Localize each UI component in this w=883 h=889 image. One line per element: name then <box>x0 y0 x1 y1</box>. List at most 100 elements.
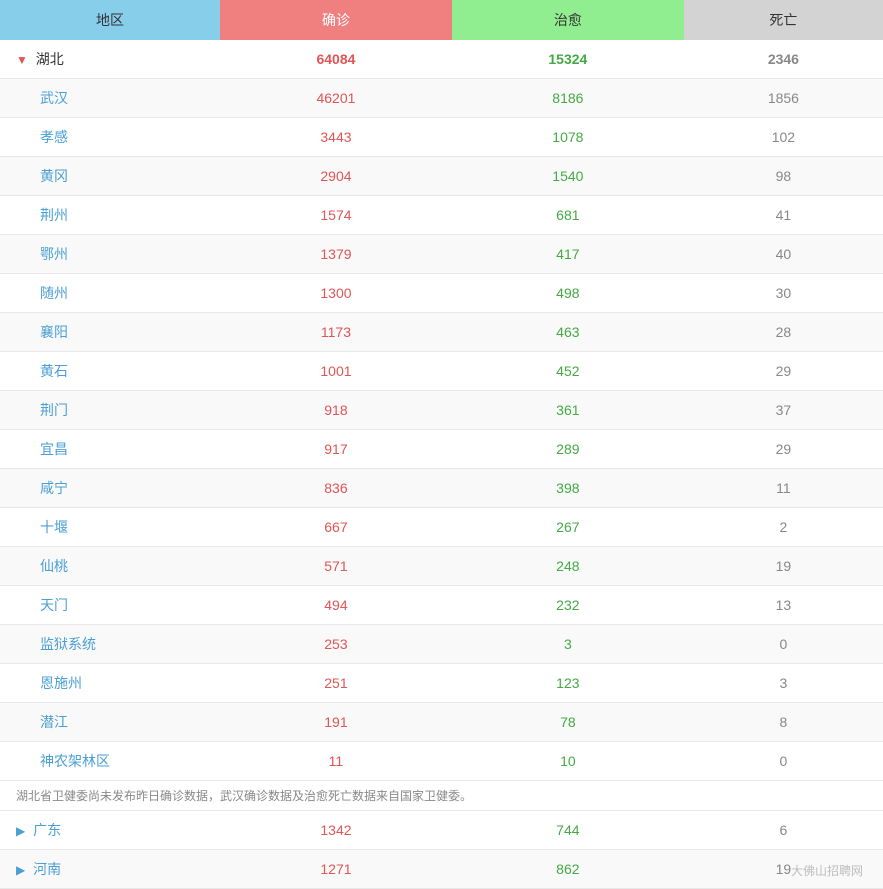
hubei-note: 湖北省卫健委尚未发布昨日确诊数据，武汉确诊数据及治愈死亡数据来自国家卫健委。 <box>0 781 883 811</box>
city-recover-cell: 8186 <box>452 79 684 118</box>
city-link[interactable]: 襄阳 <box>40 324 68 340</box>
other-region-row[interactable]: ▶ 河南 1271 862 19 <box>0 850 883 889</box>
expand-icon: ▼ <box>16 53 28 67</box>
city-name-cell: 潜江 <box>0 703 220 742</box>
city-link[interactable]: 武汉 <box>40 90 68 106</box>
city-confirm-cell: 667 <box>220 508 452 547</box>
city-recover-cell: 78 <box>452 703 684 742</box>
sub-region-row[interactable]: 黄冈 2904 1540 98 <box>0 157 883 196</box>
city-recover-cell: 463 <box>452 313 684 352</box>
other-region-confirm-cell: 1342 <box>220 811 452 850</box>
sub-region-row[interactable]: 武汉 46201 8186 1856 <box>0 79 883 118</box>
city-name-cell: 恩施州 <box>0 664 220 703</box>
city-link[interactable]: 神农架林区 <box>40 753 110 769</box>
city-confirm-cell: 918 <box>220 391 452 430</box>
other-region-recover-cell: 744 <box>452 811 684 850</box>
city-link[interactable]: 仙桃 <box>40 558 68 574</box>
city-link[interactable]: 恩施州 <box>40 675 82 691</box>
city-name-cell: 黄冈 <box>0 157 220 196</box>
city-recover-cell: 123 <box>452 664 684 703</box>
city-recover-cell: 498 <box>452 274 684 313</box>
hubei-recover-cell: 15324 <box>452 40 684 79</box>
city-confirm-cell: 836 <box>220 469 452 508</box>
city-recover-cell: 3 <box>452 625 684 664</box>
header-region: 地区 <box>0 0 220 40</box>
header-recover: 治愈 <box>452 0 684 40</box>
city-recover-cell: 267 <box>452 508 684 547</box>
city-recover-cell: 289 <box>452 430 684 469</box>
sub-region-row[interactable]: 恩施州 251 123 3 <box>0 664 883 703</box>
sub-region-row[interactable]: 咸宁 836 398 11 <box>0 469 883 508</box>
sub-region-row[interactable]: 潜江 191 78 8 <box>0 703 883 742</box>
other-region-link[interactable]: 河南 <box>33 861 61 877</box>
city-confirm-cell: 1300 <box>220 274 452 313</box>
city-death-cell: 13 <box>684 586 883 625</box>
city-confirm-cell: 251 <box>220 664 452 703</box>
city-name-cell: 宜昌 <box>0 430 220 469</box>
city-link[interactable]: 黄冈 <box>40 168 68 184</box>
city-name-cell: 咸宁 <box>0 469 220 508</box>
city-link[interactable]: 宜昌 <box>40 441 68 457</box>
city-death-cell: 41 <box>684 196 883 235</box>
sub-region-row[interactable]: 鄂州 1379 417 40 <box>0 235 883 274</box>
city-name-cell: 孝感 <box>0 118 220 157</box>
other-region-recover-cell: 862 <box>452 850 684 889</box>
city-link[interactable]: 鄂州 <box>40 246 68 262</box>
hubei-name: 湖北 <box>36 51 64 67</box>
other-region-link[interactable]: 广东 <box>33 822 61 838</box>
city-death-cell: 30 <box>684 274 883 313</box>
city-name-cell: 黄石 <box>0 352 220 391</box>
city-recover-cell: 1078 <box>452 118 684 157</box>
city-death-cell: 2 <box>684 508 883 547</box>
city-link[interactable]: 荆门 <box>40 402 68 418</box>
city-link[interactable]: 孝感 <box>40 129 68 145</box>
city-recover-cell: 361 <box>452 391 684 430</box>
city-death-cell: 37 <box>684 391 883 430</box>
city-link[interactable]: 咸宁 <box>40 480 68 496</box>
sub-region-row[interactable]: 荆门 918 361 37 <box>0 391 883 430</box>
city-death-cell: 40 <box>684 235 883 274</box>
city-confirm-cell: 494 <box>220 586 452 625</box>
city-recover-cell: 1540 <box>452 157 684 196</box>
city-link[interactable]: 天门 <box>40 597 68 613</box>
sub-region-row[interactable]: 孝感 3443 1078 102 <box>0 118 883 157</box>
sub-region-row[interactable]: 仙桃 571 248 19 <box>0 547 883 586</box>
city-recover-cell: 417 <box>452 235 684 274</box>
city-link[interactable]: 监狱系统 <box>40 636 96 652</box>
sub-region-row[interactable]: 襄阳 1173 463 28 <box>0 313 883 352</box>
city-death-cell: 0 <box>684 625 883 664</box>
other-region-death-cell: 19 <box>684 850 883 889</box>
sub-region-row[interactable]: 监狱系统 253 3 0 <box>0 625 883 664</box>
other-region-death-cell: 6 <box>684 811 883 850</box>
city-death-cell: 29 <box>684 430 883 469</box>
city-name-cell: 神农架林区 <box>0 742 220 781</box>
sub-region-row[interactable]: 荆州 1574 681 41 <box>0 196 883 235</box>
hubei-note-row: 湖北省卫健委尚未发布昨日确诊数据，武汉确诊数据及治愈死亡数据来自国家卫健委。 <box>0 781 883 811</box>
city-death-cell: 29 <box>684 352 883 391</box>
other-region-row[interactable]: ▶ 广东 1342 744 6 <box>0 811 883 850</box>
sub-region-row[interactable]: 天门 494 232 13 <box>0 586 883 625</box>
city-death-cell: 1856 <box>684 79 883 118</box>
city-confirm-cell: 1173 <box>220 313 452 352</box>
sub-region-row[interactable]: 宜昌 917 289 29 <box>0 430 883 469</box>
city-confirm-cell: 917 <box>220 430 452 469</box>
city-recover-cell: 398 <box>452 469 684 508</box>
city-link[interactable]: 十堰 <box>40 519 68 535</box>
sub-region-row[interactable]: 黄石 1001 452 29 <box>0 352 883 391</box>
city-recover-cell: 681 <box>452 196 684 235</box>
city-link[interactable]: 黄石 <box>40 363 68 379</box>
sub-region-row[interactable]: 神农架林区 11 10 0 <box>0 742 883 781</box>
city-link[interactable]: 潜江 <box>40 714 68 730</box>
city-name-cell: 武汉 <box>0 79 220 118</box>
city-death-cell: 11 <box>684 469 883 508</box>
city-link[interactable]: 荆州 <box>40 207 68 223</box>
sub-region-row[interactable]: 十堰 667 267 2 <box>0 508 883 547</box>
city-confirm-cell: 571 <box>220 547 452 586</box>
city-confirm-cell: 11 <box>220 742 452 781</box>
city-recover-cell: 232 <box>452 586 684 625</box>
city-name-cell: 随州 <box>0 274 220 313</box>
sub-region-row[interactable]: 随州 1300 498 30 <box>0 274 883 313</box>
city-link[interactable]: 随州 <box>40 285 68 301</box>
city-recover-cell: 452 <box>452 352 684 391</box>
hubei-parent-row[interactable]: ▼ 湖北 64084 15324 2346 <box>0 40 883 79</box>
